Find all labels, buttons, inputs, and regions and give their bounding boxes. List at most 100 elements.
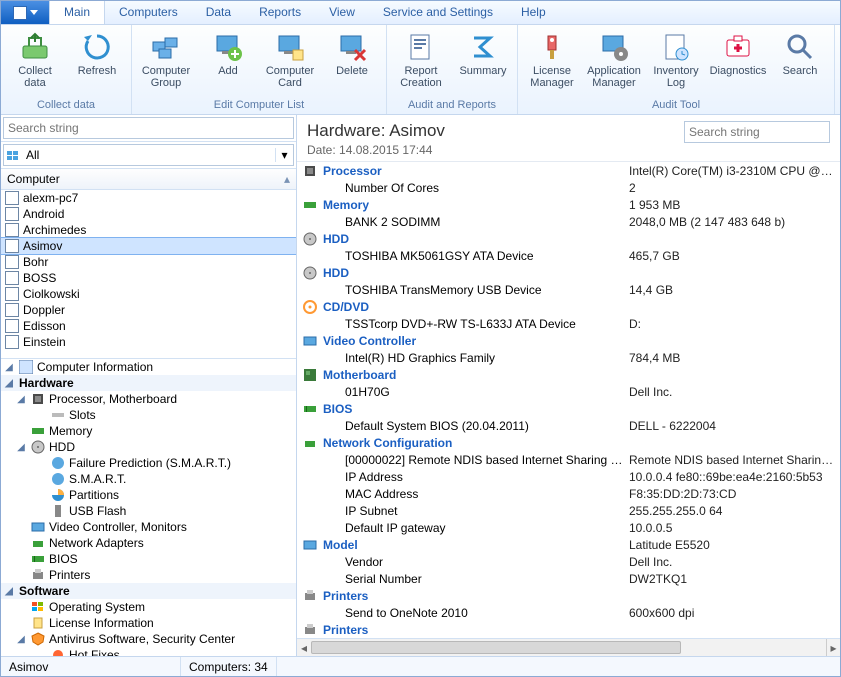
collect-data-button[interactable]: Collect data [5,27,65,97]
detail-section[interactable]: BIOS [297,400,840,417]
diagnostics-button[interactable]: Diagnostics [708,27,768,97]
tree-item[interactable]: ◢Processor, Motherboard [1,391,296,407]
detail-section[interactable]: Printers [297,587,840,604]
detail-row[interactable]: IP Address10.0.0.4 fe80::69be:ea4e:2160:… [297,468,840,485]
detail-section[interactable]: Network Configuration [297,434,840,451]
inventory-log-button[interactable]: Inventory Log [646,27,706,97]
horizontal-scrollbar[interactable]: ◂ ▸ [297,638,840,656]
computer-row[interactable]: Doppler [1,302,296,318]
detail-value: D: [629,317,834,331]
scroll-right-icon[interactable]: ▸ [826,639,840,656]
menu-tab-main[interactable]: Main [49,1,105,24]
detail-row[interactable]: Send to OneNote 2010600x600 dpi [297,604,840,621]
detail-row[interactable]: TOSHIBA TransMemory USB Device14,4 GB [297,281,840,298]
license-manager-button[interactable]: License Manager [522,27,582,97]
computer-card-button[interactable]: Computer Card [260,27,320,97]
tree-item[interactable]: Hot Fixes [1,647,296,656]
add-button[interactable]: Add [198,27,258,97]
menu-tab-data[interactable]: Data [192,1,245,24]
tree-item[interactable]: Printers [1,567,296,583]
tree-expander-icon[interactable]: ◢ [15,394,27,405]
chevron-down-icon[interactable]: ▾ [275,148,293,162]
tree-item[interactable]: Partitions [1,487,296,503]
detail-section[interactable]: Motherboard [297,366,840,383]
smart-icon [51,456,65,470]
computer-row[interactable]: alexm-pc7 [1,190,296,206]
computer-row[interactable]: Android [1,206,296,222]
tree-item[interactable]: ◢Computer Information [1,359,296,375]
detail-row[interactable]: VendorDell Inc. [297,553,840,570]
tree-category[interactable]: ◢Software [1,583,296,599]
computer-row[interactable]: Asimov [1,238,296,254]
tree-expander-icon[interactable]: ◢ [3,362,15,373]
detail-row[interactable]: Serial NumberDW2TKQ1 [297,570,840,587]
detail-row[interactable]: TSSTcorp DVD+-RW TS-L633J ATA DeviceD: [297,315,840,332]
computer-row[interactable]: Archimedes [1,222,296,238]
detail-section[interactable]: HDD [297,264,840,281]
model-icon [303,538,317,552]
application-manager-button[interactable]: Application Manager [584,27,644,97]
tree-item[interactable]: Operating System [1,599,296,615]
detail-section[interactable]: Video Controller [297,332,840,349]
filter-combo[interactable]: All ▾ [3,144,294,166]
detail-section[interactable]: HDD [297,230,840,247]
search-button[interactable]: Search [770,27,830,97]
menu-tab-view[interactable]: View [315,1,369,24]
computer-group-button[interactable]: Computer Group [136,27,196,97]
detail-row[interactable]: BANK 2 SODIMM2048,0 MB (2 147 483 648 b) [297,213,840,230]
detail-row[interactable]: Number Of Cores2 [297,179,840,196]
detail-row[interactable]: TOSHIBA MK5061GSY ATA Device465,7 GB [297,247,840,264]
menu-tab-computers[interactable]: Computers [105,1,192,24]
tree-item[interactable]: License Information [1,615,296,631]
computer-row[interactable]: Bohr [1,254,296,270]
tree-item[interactable]: ◢HDD [1,439,296,455]
menu-tab-service-and-settings[interactable]: Service and Settings [369,1,507,24]
right-search-input[interactable] [684,121,830,143]
detail-row[interactable]: 01H70GDell Inc. [297,383,840,400]
tree-expander-icon[interactable]: ◢ [3,586,15,597]
tree-item[interactable]: Failure Prediction (S.M.A.R.T.) [1,455,296,471]
detail-row[interactable]: Default IP gateway10.0.0.5 [297,519,840,536]
tree-item[interactable]: Memory [1,423,296,439]
tree-item[interactable]: S.M.A.R.T. [1,471,296,487]
app-menu-button[interactable] [1,1,49,24]
tree-category[interactable]: ◢Hardware [1,375,296,391]
detail-row[interactable]: Intel(R) HD Graphics Family784,4 MB [297,349,840,366]
tree-item[interactable]: USB Flash [1,503,296,519]
scroll-left-icon[interactable]: ◂ [297,639,311,656]
delete-button[interactable]: Delete [322,27,382,97]
detail-row[interactable]: MAC AddressF8:35:DD:2D:73:CD [297,485,840,502]
refresh-button[interactable]: Refresh [67,27,127,97]
menu-tab-help[interactable]: Help [507,1,560,24]
detail-label: TOSHIBA TransMemory USB Device [323,283,623,297]
menu-tab-reports[interactable]: Reports [245,1,315,24]
tree-item[interactable]: Network Adapters [1,535,296,551]
computer-list-header[interactable]: Computer ▴ [1,169,296,190]
left-search-input[interactable] [3,117,294,139]
computer-icon [5,271,19,285]
tree-expander-icon[interactable]: ◢ [15,634,27,645]
computer-row[interactable]: Einstein [1,334,296,350]
tree-item[interactable]: Slots [1,407,296,423]
computer-row[interactable]: Edisson [1,318,296,334]
tree-expander-icon[interactable]: ◢ [15,442,27,453]
detail-section[interactable]: CD/DVD [297,298,840,315]
detail-label: Network Configuration [323,436,623,450]
computer-row[interactable]: BOSS [1,270,296,286]
detail-section[interactable]: Printers [297,621,840,638]
detail-row[interactable]: IP Subnet255.255.255.0 64 [297,502,840,519]
detail-section[interactable]: Memory1 953 MB [297,196,840,213]
tree-item[interactable]: ◢Antivirus Software, Security Center [1,631,296,647]
detail-row[interactable]: Default System BIOS (20.04.2011)DELL - 6… [297,417,840,434]
report-creation-button[interactable]: Report Creation [391,27,451,97]
tree-item[interactable]: BIOS [1,551,296,567]
tree-item[interactable]: Video Controller, Monitors [1,519,296,535]
tree-expander-icon[interactable]: ◢ [3,378,15,389]
detail-section[interactable]: ModelLatitude E5520 [297,536,840,553]
detail-row[interactable]: [00000022] Remote NDIS based Internet Sh… [297,451,840,468]
scroll-thumb[interactable] [311,641,681,654]
computer-row[interactable]: Ciolkowski [1,286,296,302]
summary-button[interactable]: Summary [453,27,513,97]
detail-label: MAC Address [323,487,623,501]
detail-section[interactable]: ProcessorIntel(R) Core(TM) i3-2310M CPU … [297,162,840,179]
